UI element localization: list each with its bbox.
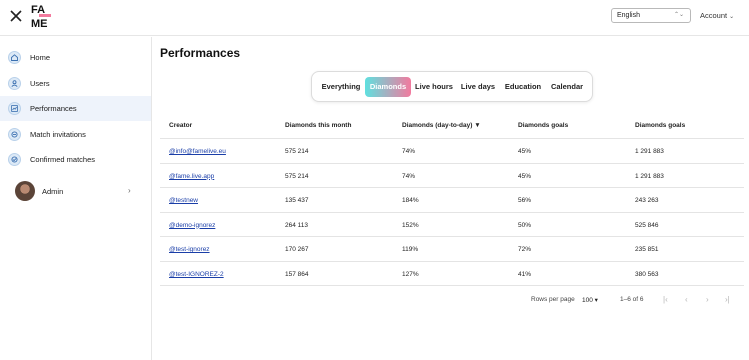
table-row[interactable]: @fame.live.app 575 214 74% 45% 1 291 883 (160, 164, 744, 188)
table-cell: 119% (402, 246, 419, 253)
table-cell: 235 851 (635, 246, 659, 253)
sidebar-item-label: Match invitations (30, 129, 86, 139)
table-cell: 135 437 (285, 197, 309, 204)
table-cell: 184% (402, 197, 419, 204)
table-cell: 1 291 883 (635, 172, 664, 180)
top-bar: FA ME English ⌃⌄ Account ⌄ (0, 0, 749, 36)
tab-calendar[interactable]: Calendar (548, 77, 586, 97)
fame-logo: FA ME (30, 3, 52, 30)
chart-icon (8, 102, 21, 115)
table-cell: 74% (402, 172, 416, 180)
table-cell: 243 263 (635, 197, 659, 204)
table-cell: 45% (518, 148, 532, 155)
table-cell: 72% (518, 246, 532, 253)
table-cell: 575 214 (285, 172, 309, 180)
sidebar-item-confirmed-matches[interactable]: Confirmed matches (0, 147, 151, 172)
sidebar-item-label: Confirmed matches (30, 155, 96, 164)
tab-live-days[interactable]: Live days (458, 77, 498, 97)
creator-link[interactable]: @testnew (169, 197, 198, 204)
table-row[interactable]: @testnew 135 437 184% 56% 243 263 (160, 188, 744, 213)
chevron-down-icon: ▾ (594, 297, 598, 304)
next-page-icon[interactable]: › (706, 295, 709, 304)
sidebar-item-label: Home (30, 53, 51, 62)
table-row[interactable]: @info@famelive.eu 575 214 74% 45% 1 291 883 (160, 139, 744, 164)
svg-text:ME: ME (31, 18, 48, 29)
rows-per-page-select[interactable]: 100 ▾ (582, 296, 598, 304)
table-cell: 264 113 (285, 221, 309, 229)
table-header: Creator Diamonds this month Diamonds (da… (160, 114, 744, 139)
creator-link[interactable]: @test-ignorez (169, 246, 210, 253)
table-row[interactable]: @demo-ignorez 264 113 152% 50% 525 846 (160, 213, 744, 237)
column-header-diamonds-this-month[interactable]: Diamonds this month (285, 122, 351, 129)
table-row[interactable]: @test-ignorez 170 267 119% 72% 235 851 (160, 237, 744, 262)
column-header-label: Diamonds (day-to-day) (402, 122, 473, 129)
chevron-down-icon: ⌄ (729, 14, 735, 20)
user-icon (8, 76, 21, 90)
table-cell: 50% (518, 221, 532, 229)
match-icon (8, 153, 21, 166)
sidebar-item-label: Performances (30, 104, 77, 113)
creator-link[interactable]: @info@famelive.eu (169, 148, 226, 155)
table-cell: 1 291 883 (635, 148, 664, 155)
column-header-diamonds-goals[interactable]: Diamonds goals (518, 122, 568, 129)
tab-diamonds[interactable]: Diamonds (365, 77, 411, 97)
table-cell: 41% (518, 270, 532, 278)
creator-link[interactable]: @test-IGNOREZ-2 (169, 271, 224, 278)
admin-label[interactable]: Admin (42, 187, 63, 196)
sidebar-item-label: Users (30, 78, 50, 88)
sidebar-item-home[interactable]: Home (0, 45, 151, 70)
account-menu[interactable]: Account ⌄ (700, 11, 734, 20)
sidebar-item-performances[interactable]: Performances (0, 96, 151, 121)
table-cell: 380 563 (635, 270, 659, 278)
table-cell: 45% (518, 172, 532, 180)
sidebar-item-users[interactable]: Users (0, 71, 151, 96)
page-title: Performances (160, 46, 241, 60)
first-page-icon[interactable]: |‹ (663, 295, 668, 304)
sidebar: Home Users Performances Match invitation… (0, 37, 152, 360)
table-cell: 74% (402, 148, 416, 155)
column-header-creator[interactable]: Creator (169, 122, 192, 129)
table-cell: 525 846 (635, 221, 659, 229)
select-arrows-icon: ⌃⌄ (673, 12, 684, 18)
creator-link[interactable]: @fame.live.app (169, 173, 214, 180)
column-header-diamonds-day-to-day[interactable]: Diamonds (day-to-day) ▼ (402, 122, 481, 129)
sidebar-item-match-invitations[interactable]: Match invitations (0, 122, 151, 147)
avatar[interactable] (15, 181, 35, 201)
rows-per-page-value: 100 (582, 297, 593, 304)
account-label: Account (700, 11, 728, 20)
last-page-icon[interactable]: ›| (725, 295, 730, 304)
sort-desc-icon: ▼ (474, 122, 481, 129)
close-icon[interactable] (8, 8, 24, 24)
chevron-right-icon[interactable]: › (128, 186, 131, 195)
language-value: English (617, 12, 640, 19)
table-cell: 575 214 (285, 148, 309, 155)
tab-education[interactable]: Education (501, 77, 545, 97)
invite-icon (8, 127, 21, 141)
table-cell: 170 267 (285, 246, 309, 253)
tab-everything[interactable]: Everything (319, 77, 363, 97)
rows-per-page-label: Rows per page (531, 296, 575, 303)
performance-tabs: Everything Diamonds Live hours Live days… (311, 71, 593, 102)
table-cell: 56% (518, 197, 532, 204)
table-cell: 127% (402, 270, 419, 278)
home-icon (8, 51, 21, 64)
table-row[interactable]: @test-IGNOREZ-2 157 864 127% 41% 380 563 (160, 262, 744, 286)
table-cell: 152% (402, 221, 419, 229)
table-cell: 157 864 (285, 270, 309, 278)
pagination-range: 1–6 of 6 (620, 296, 644, 303)
creator-link[interactable]: @demo-ignorez (169, 222, 215, 229)
language-select[interactable]: English ⌃⌄ (611, 8, 691, 23)
previous-page-icon[interactable]: ‹ (685, 295, 688, 304)
tab-live-hours[interactable]: Live hours (413, 77, 455, 97)
column-header-diamonds-goals-2[interactable]: Diamonds goals (635, 122, 685, 129)
